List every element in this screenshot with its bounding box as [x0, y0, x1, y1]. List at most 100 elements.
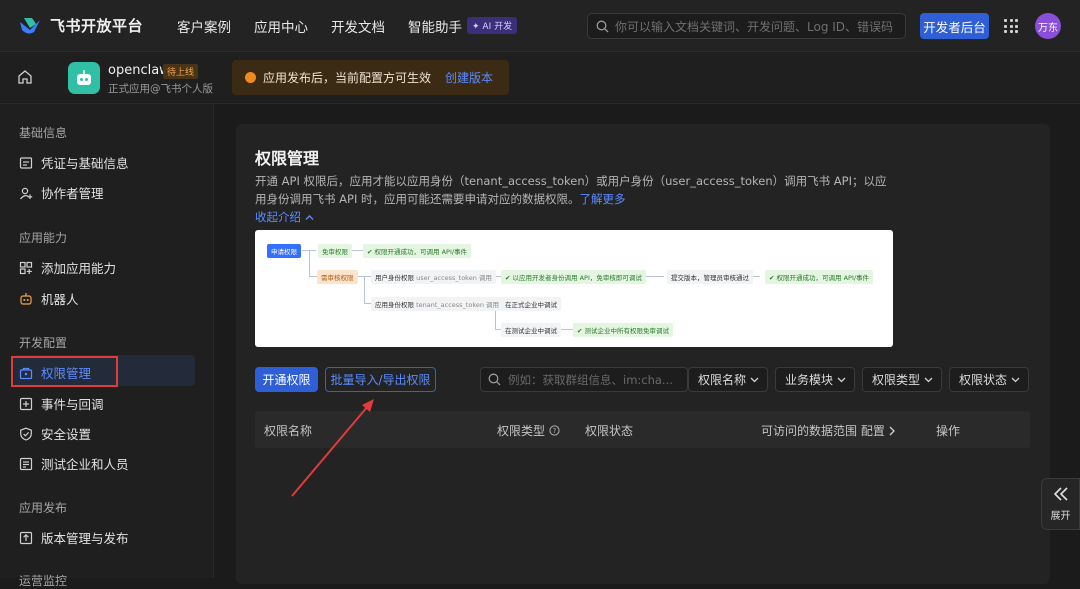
- highlight-box: [11, 356, 118, 387]
- logo[interactable]: 飞书开放平台: [18, 15, 143, 36]
- select-business-module[interactable]: 业务模块: [775, 367, 855, 392]
- sidebar-item-label: 版本管理与发布: [41, 531, 129, 546]
- credential-icon: [19, 156, 33, 169]
- sidebar-section-basic: 基础信息: [19, 126, 68, 140]
- expand-label: 展开: [1050, 510, 1071, 522]
- nav-app-center[interactable]: 应用中心: [254, 16, 308, 36]
- diagram-app-token: 应用身份权限 tenant_access_token 调用: [371, 297, 504, 311]
- sidebar-item-label: 事件与回调: [41, 397, 104, 412]
- check-icon: ✔: [367, 248, 375, 256]
- developer-console-button[interactable]: 开发者后台: [920, 13, 989, 39]
- grid-add-icon: [19, 261, 33, 274]
- nav-customer-cases[interactable]: 客户案例: [177, 16, 231, 36]
- select-permission-status[interactable]: 权限状态: [949, 367, 1029, 392]
- table-header: 权限名称 权限类型 ? 权限状态 可访问的数据范围 配置 操作: [255, 411, 1030, 448]
- status-badge: 待上线: [163, 64, 199, 79]
- diagram-dev-call-text: 以应用开发者身份调用 API，免审核即可调试: [512, 274, 642, 282]
- nav-ai-assistant[interactable]: 智能助手 ✦ AI 开发: [408, 16, 518, 36]
- sidebar-section-publish: 应用发布: [19, 501, 68, 515]
- chevron-down-icon: [1011, 377, 1020, 382]
- warning-icon: [245, 72, 256, 83]
- sidebar-item-label: 协作者管理: [41, 186, 104, 201]
- event-icon: [19, 397, 33, 410]
- chevron-right-icon: [889, 426, 895, 435]
- diagram-success-text: 权限开通成功，可调用 API/事件: [776, 274, 870, 282]
- main-nav: 客户案例 应用中心 开发文档 智能助手 ✦ AI 开发: [177, 16, 540, 36]
- svg-text:?: ?: [553, 427, 557, 435]
- select-label: 权限状态: [959, 373, 1008, 387]
- diagram-app-token-label: 应用身份权限: [375, 301, 414, 309]
- chevron-down-icon: [837, 377, 846, 382]
- sidebar-item-bot[interactable]: 机器人: [19, 289, 79, 308]
- sidebar-item-events[interactable]: 事件与回调: [19, 394, 104, 413]
- nav-dev-docs[interactable]: 开发文档: [331, 16, 385, 36]
- col-permission-type: 权限类型 ?: [497, 422, 560, 439]
- app-robot-icon: [68, 62, 100, 94]
- sidebar-item-add-capability[interactable]: 添加应用能力: [19, 258, 116, 277]
- select-permission-name[interactable]: 权限名称: [688, 367, 768, 392]
- publish-notice: 应用发布后，当前配置方可生效 创建版本: [232, 60, 509, 95]
- test-icon: [19, 457, 33, 470]
- collapse-intro-button[interactable]: 收起介绍: [255, 209, 314, 225]
- sidebar-item-test-orgs[interactable]: 测试企业和人员: [19, 454, 129, 473]
- notice-text: 应用发布后，当前配置方可生效: [263, 71, 432, 85]
- sidebar-item-credentials[interactable]: 凭证与基础信息: [19, 153, 129, 172]
- diagram-user-token-label: 用户身份权限: [375, 274, 414, 282]
- sidebar-section-capabilities: 应用能力: [19, 231, 68, 245]
- diagram-apply: 申请权限: [267, 244, 301, 258]
- app-name: openclaw: [108, 63, 170, 78]
- select-label: 权限类型: [872, 373, 921, 387]
- col-data-scope-label: 可访问的数据范围 配置: [761, 424, 885, 438]
- diagram-formal: 在正式企业中调试: [501, 297, 561, 311]
- search-placeholder: 你可以输入文档关键词、开发问题、Log ID、错误码: [615, 19, 894, 34]
- diagram-submit: 提交版本，管理员审核通过: [667, 270, 753, 284]
- diagram-test-result-text: 测试企业中所有权限免审调试: [584, 327, 670, 335]
- check-icon: ✔: [577, 327, 585, 335]
- search-icon: [596, 20, 609, 32]
- user-add-icon: [20, 187, 33, 199]
- select-label: 权限名称: [698, 373, 747, 387]
- nav-ai-assistant-label: 智能助手: [408, 19, 463, 36]
- col-data-scope[interactable]: 可访问的数据范围 配置: [761, 422, 895, 439]
- apps-grid-icon[interactable]: [1004, 19, 1018, 33]
- global-search-input[interactable]: 你可以输入文档关键词、开发问题、Log ID、错误码: [587, 13, 906, 39]
- bot-icon: [20, 292, 32, 305]
- expand-panel-button[interactable]: 展开: [1041, 478, 1080, 530]
- col-permission-status: 权限状态: [585, 424, 634, 438]
- app-header: openclaw 待上线 正式应用@飞书个人版 应用发布后，当前配置方可生效 创…: [0, 52, 1080, 104]
- learn-more-link[interactable]: 了解更多: [580, 192, 626, 206]
- batch-import-export-button[interactable]: 批量导入/导出权限: [325, 367, 436, 392]
- diagram-user-token: 用户身份权限 user_access_token 调用: [371, 270, 496, 284]
- double-chevron-left-icon: [1053, 486, 1068, 501]
- col-actions: 操作: [936, 424, 961, 438]
- chevron-down-icon: [924, 377, 933, 382]
- search-placeholder: 例如：获取群组信息、im:cha...: [508, 372, 673, 387]
- feishu-logo-icon: [20, 17, 40, 34]
- diagram-test-result: ✔ 测试企业中所有权限免审调试: [573, 323, 674, 337]
- sidebar-item-label: 凭证与基础信息: [41, 156, 129, 171]
- help-icon[interactable]: ?: [549, 425, 560, 436]
- ai-badge: ✦ AI 开发: [467, 17, 518, 34]
- chevron-down-icon: [750, 377, 759, 382]
- avatar[interactable]: 万东: [1035, 13, 1061, 39]
- sidebar-item-label: 安全设置: [41, 427, 92, 442]
- sidebar-item-versions[interactable]: 版本管理与发布: [19, 528, 129, 547]
- sidebar-item-security[interactable]: 安全设置: [19, 424, 91, 443]
- diagram-dev-call: ✔ 以应用开发者身份调用 API，免审核即可调试: [501, 270, 646, 284]
- diagram-success: ✔ 权限开通成功，可调用 API/事件: [765, 270, 874, 284]
- shield-icon: [20, 427, 32, 441]
- permission-flow-diagram: 申请权限 免审权限 ✔ 权限开通成功，可调用 API/事件 需审核权限 用户身份…: [255, 230, 893, 347]
- create-version-link[interactable]: 创建版本: [445, 69, 493, 86]
- permission-search-input[interactable]: 例如：获取群组信息、im:cha...: [480, 367, 688, 392]
- sidebar-item-collaborators[interactable]: 协作者管理: [19, 183, 104, 202]
- sidebar-section-monitoring: 运营监控: [19, 574, 68, 588]
- sidebar-item-label: 测试企业和人员: [41, 457, 129, 472]
- diagram-free-result: ✔ 权限开通成功，可调用 API/事件: [363, 244, 472, 258]
- home-icon[interactable]: [17, 69, 33, 85]
- select-permission-type[interactable]: 权限类型: [862, 367, 942, 392]
- upload-icon: [19, 531, 33, 544]
- select-label: 业务模块: [785, 373, 834, 387]
- open-permission-button[interactable]: 开通权限: [255, 367, 318, 392]
- col-permission-type-label: 权限类型: [497, 424, 546, 438]
- diagram-free-result-text: 权限开通成功，可调用 API/事件: [374, 248, 468, 256]
